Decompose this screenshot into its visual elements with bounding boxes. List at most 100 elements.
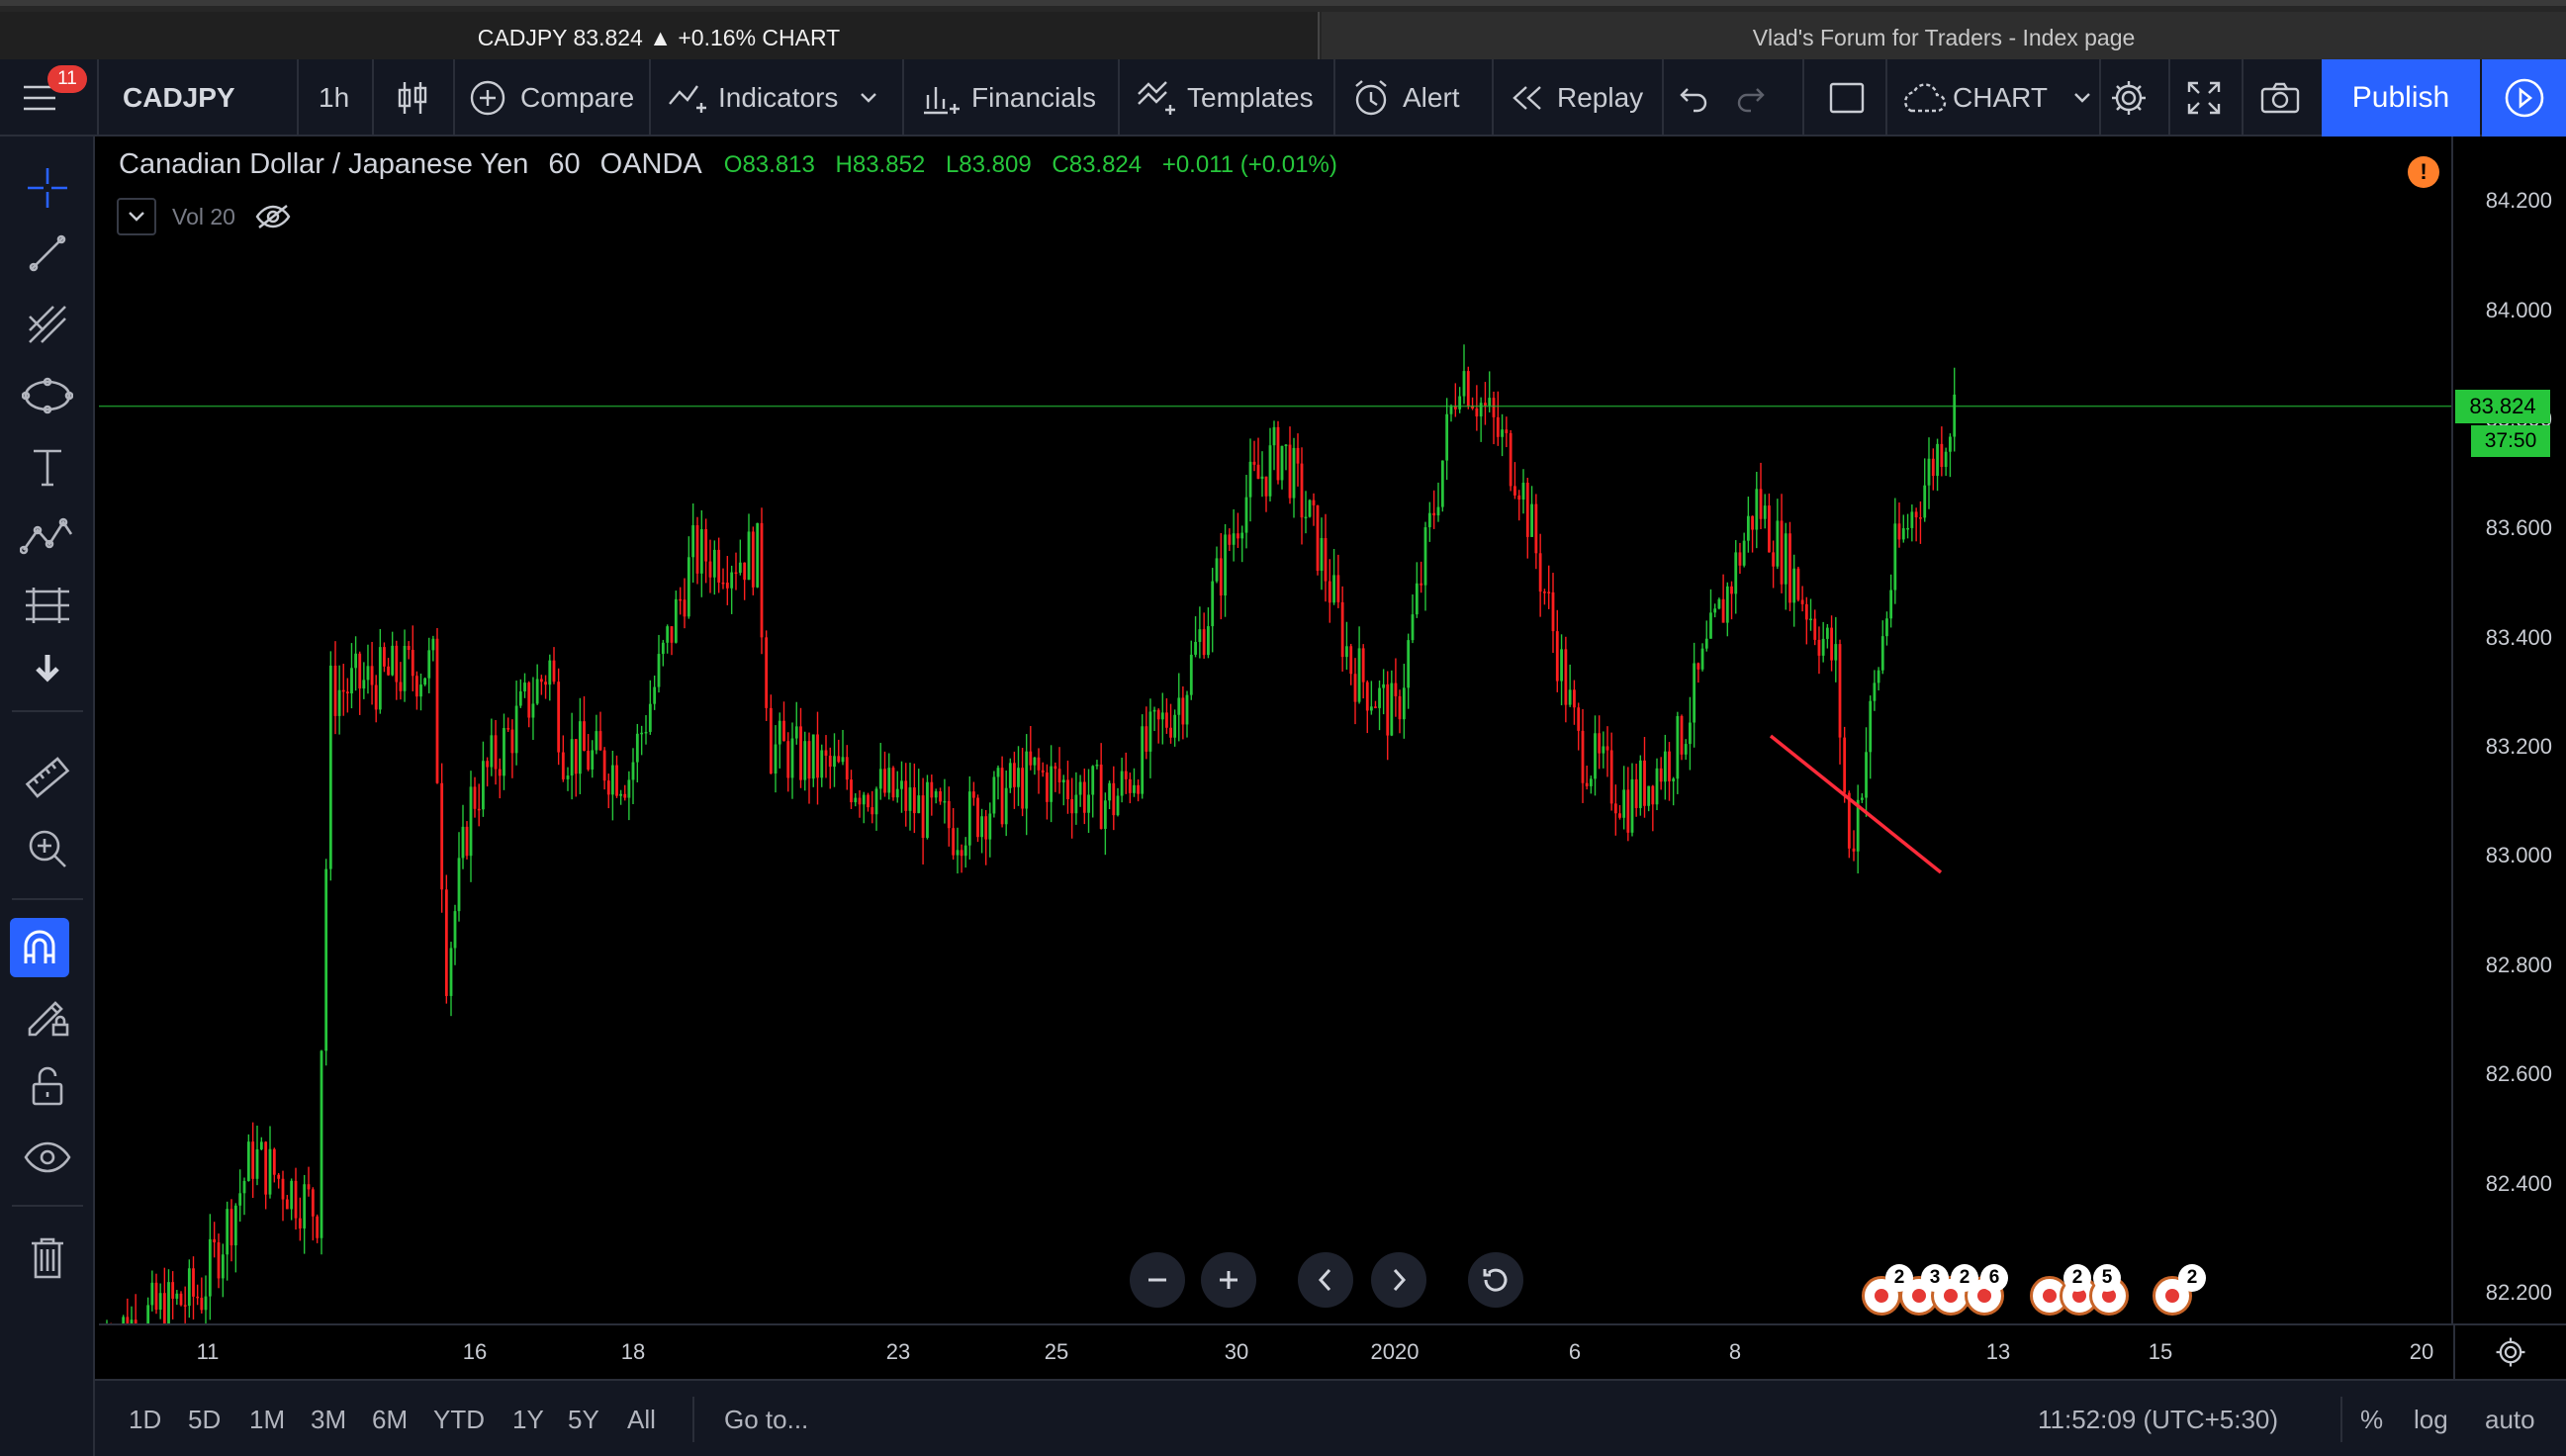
browser-tab-forum[interactable]: Vlad's Forum for Traders - Index page [1322, 12, 2566, 63]
remove-drawings-tool[interactable] [0, 1228, 95, 1288]
chart-type-button[interactable] [396, 59, 429, 136]
prediction-tool[interactable] [0, 576, 95, 635]
candle-body [790, 738, 794, 778]
candle-body [1033, 757, 1037, 766]
range-button-5y[interactable]: 5Y [568, 1381, 599, 1456]
time-tick-label: 2020 [1370, 1339, 1420, 1364]
candle-body [242, 1180, 246, 1194]
candle-body [1156, 709, 1160, 720]
candle-body [146, 1305, 150, 1323]
timezone-clock[interactable]: 11:52:09 (UTC+5:30) [2038, 1381, 2278, 1456]
redo-button[interactable] [1733, 59, 1767, 136]
lock-drawings-tool[interactable] [0, 1056, 95, 1116]
scroll-left-button[interactable] [1298, 1252, 1353, 1308]
percent-scale-toggle[interactable]: % [2360, 1381, 2383, 1456]
magnet-mode-button[interactable] [10, 918, 69, 977]
undo-button[interactable] [1678, 59, 1711, 136]
zoom-out-button[interactable] [1130, 1252, 1185, 1308]
range-button-3m[interactable]: 3M [311, 1381, 346, 1456]
volume-label[interactable]: Vol 20 [172, 204, 235, 230]
minus-icon [1148, 1278, 1166, 1282]
indicators-button[interactable]: Indicators [667, 59, 877, 136]
financials-button[interactable]: Financials [922, 59, 1096, 136]
candle-body [1776, 520, 1780, 567]
range-button-1d[interactable]: 1D [129, 1381, 161, 1456]
templates-button[interactable]: Templates [1136, 59, 1314, 136]
fullscreen-button[interactable] [2186, 59, 2222, 136]
candle-body [1746, 515, 1750, 541]
hide-drawings-tool[interactable] [0, 1128, 95, 1187]
text-tool[interactable] [0, 437, 95, 497]
candle-body [619, 793, 623, 796]
candle-body [980, 816, 983, 838]
range-button-1y[interactable]: 1Y [512, 1381, 544, 1456]
settings-button[interactable] [2109, 59, 2149, 136]
reset-chart-button[interactable] [1468, 1252, 1523, 1308]
candle-body [1638, 760, 1642, 808]
shape-tool[interactable] [0, 366, 95, 425]
eye-off-icon[interactable] [255, 204, 291, 229]
goto-date-button[interactable]: Go to... [724, 1381, 808, 1456]
candle-body [751, 531, 755, 588]
candle-body [226, 1209, 229, 1255]
publish-button[interactable]: Publish [2322, 59, 2480, 136]
alert-button[interactable]: Alert [1351, 59, 1460, 136]
replay-button[interactable]: Replay [1510, 59, 1643, 136]
more-tools-button[interactable] [0, 639, 95, 698]
range-button-all[interactable]: All [627, 1381, 656, 1456]
symbol-search-button[interactable]: CADJPY [123, 59, 235, 136]
scroll-right-button[interactable] [1371, 1252, 1426, 1308]
time-scale[interactable]: 11 16 18 23 25 30 2020 6 8 13 15 20 [99, 1323, 2453, 1379]
menu-button[interactable]: 11 [0, 59, 87, 136]
candle-body [1622, 789, 1626, 818]
candle-body [1423, 527, 1427, 586]
log-scale-toggle[interactable]: log [2414, 1381, 2448, 1456]
scale-settings-button[interactable] [2453, 1323, 2566, 1379]
candle-body [527, 682, 531, 718]
play-circle-icon [2505, 78, 2543, 118]
stay-drawing-tool[interactable] [0, 985, 95, 1045]
candle-body [1194, 641, 1197, 655]
price-chart[interactable] [99, 136, 2453, 1323]
price-scale[interactable]: 84.20084.00083.80083.60083.40083.20083.0… [2451, 136, 2566, 1323]
zoom-in-button[interactable] [1201, 1252, 1256, 1308]
play-button[interactable] [2482, 59, 2566, 136]
trendline-tool[interactable] [0, 224, 95, 283]
candle-body [765, 637, 769, 708]
candle-body [1361, 648, 1365, 682]
candle-body [1332, 575, 1335, 603]
candle-body [1276, 426, 1280, 481]
zoom-tool[interactable] [0, 819, 95, 878]
fib-tool[interactable] [0, 295, 95, 354]
interval-button[interactable]: 1h [319, 59, 349, 136]
rewind-icon [1512, 86, 1541, 110]
candle-body [1300, 463, 1304, 518]
snapshot-button[interactable] [2259, 59, 2301, 136]
warning-icon[interactable]: ! [2408, 156, 2439, 188]
range-button-ytd[interactable]: YTD [433, 1381, 485, 1456]
candle-body [1211, 581, 1215, 627]
layout-save-button[interactable]: CHART [1899, 59, 2091, 136]
candle-body [1013, 763, 1016, 787]
legend-collapse-button[interactable] [117, 198, 156, 235]
candle-body [298, 1218, 302, 1228]
drawn-trendline[interactable] [1769, 734, 1943, 874]
select-area-button[interactable] [1828, 59, 1866, 136]
range-button-5d[interactable]: 5D [188, 1381, 221, 1456]
candle-body [871, 807, 874, 815]
time-tick-label: 11 [196, 1339, 220, 1364]
candle-body [1369, 706, 1373, 711]
legend-title[interactable]: Canadian Dollar / Japanese Yen [119, 148, 528, 181]
range-button-6m[interactable]: 6M [372, 1381, 408, 1456]
candlestick-plot[interactable] [99, 136, 2453, 1323]
ruler-tool[interactable] [0, 748, 95, 807]
pattern-tool[interactable] [0, 504, 95, 564]
crosshair-tool[interactable] [0, 158, 95, 218]
candle-body [963, 845, 967, 857]
range-button-1m[interactable]: 1M [249, 1381, 285, 1456]
candle-body [1240, 532, 1244, 539]
compare-button[interactable]: Compare [469, 59, 634, 136]
browser-tab-chart[interactable]: CADJPY 83.824 ▲ +0.16% CHART [0, 12, 1320, 63]
auto-scale-toggle[interactable]: auto [2485, 1381, 2535, 1456]
compare-label: Compare [520, 82, 635, 113]
